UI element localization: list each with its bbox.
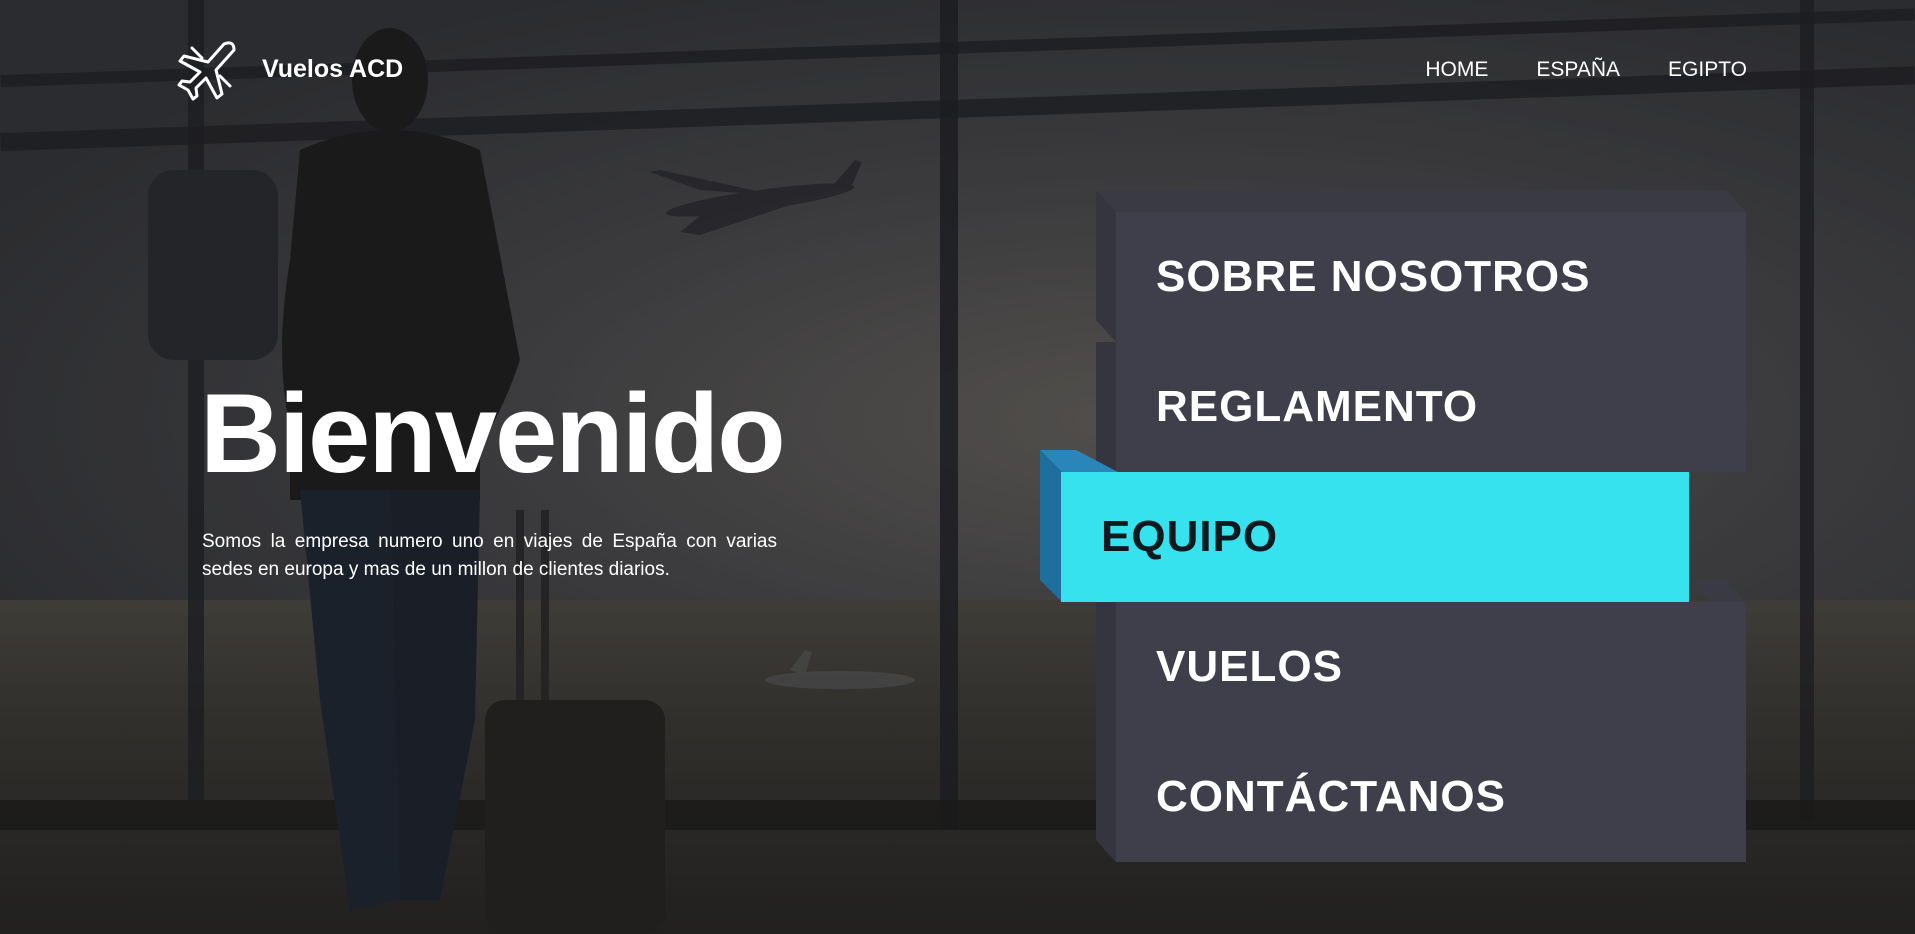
menu-item-sobre-nosotros[interactable]: SOBRE NOSOTROS [1096, 190, 1746, 342]
menu-item-top-edge [1096, 190, 1746, 212]
nav-espana-link[interactable]: ESPAÑA [1536, 58, 1620, 82]
menu-item-face[interactable]: CONTÁCTANOS [1116, 732, 1746, 862]
menu-item-label: EQUIPO [1101, 512, 1279, 561]
menu-item-side-edge [1040, 450, 1062, 602]
side-menu: SOBRE NOSOTROS REGLAMENTO EQUIPO VUELOS [1040, 190, 1746, 864]
site-header: Vuelos ACD HOME ESPAÑA EGIPTO [0, 0, 1915, 140]
menu-item-label: SOBRE NOSOTROS [1156, 252, 1591, 301]
nav-egipto-link[interactable]: EGIPTO [1668, 58, 1747, 82]
top-nav: HOME ESPAÑA EGIPTO [1425, 58, 1747, 82]
menu-item-side-edge [1096, 732, 1116, 862]
hero-description: Somos la empresa numero uno en viajes de… [202, 531, 777, 580]
menu-item-face-active[interactable]: EQUIPO [1061, 472, 1689, 602]
nav-home-link[interactable]: HOME [1425, 58, 1488, 82]
menu-item-contactanos[interactable]: CONTÁCTANOS [1096, 710, 1746, 862]
menu-item-equipo[interactable]: EQUIPO [1040, 450, 1726, 602]
menu-item-label: REGLAMENTO [1156, 382, 1479, 431]
menu-item-label: CONTÁCTANOS [1156, 772, 1506, 821]
airplane-icon[interactable] [172, 36, 242, 106]
hero-title: Bienvenido [200, 371, 786, 496]
menu-item-top-edge [1691, 580, 1746, 602]
menu-item-reglamento[interactable]: REGLAMENTO [1096, 320, 1746, 472]
menu-item-label: VUELOS [1156, 642, 1343, 691]
brand-name[interactable]: Vuelos ACD [262, 55, 403, 84]
page: Vuelos ACD HOME ESPAÑA EGIPTO Bienvenido… [0, 0, 1915, 934]
